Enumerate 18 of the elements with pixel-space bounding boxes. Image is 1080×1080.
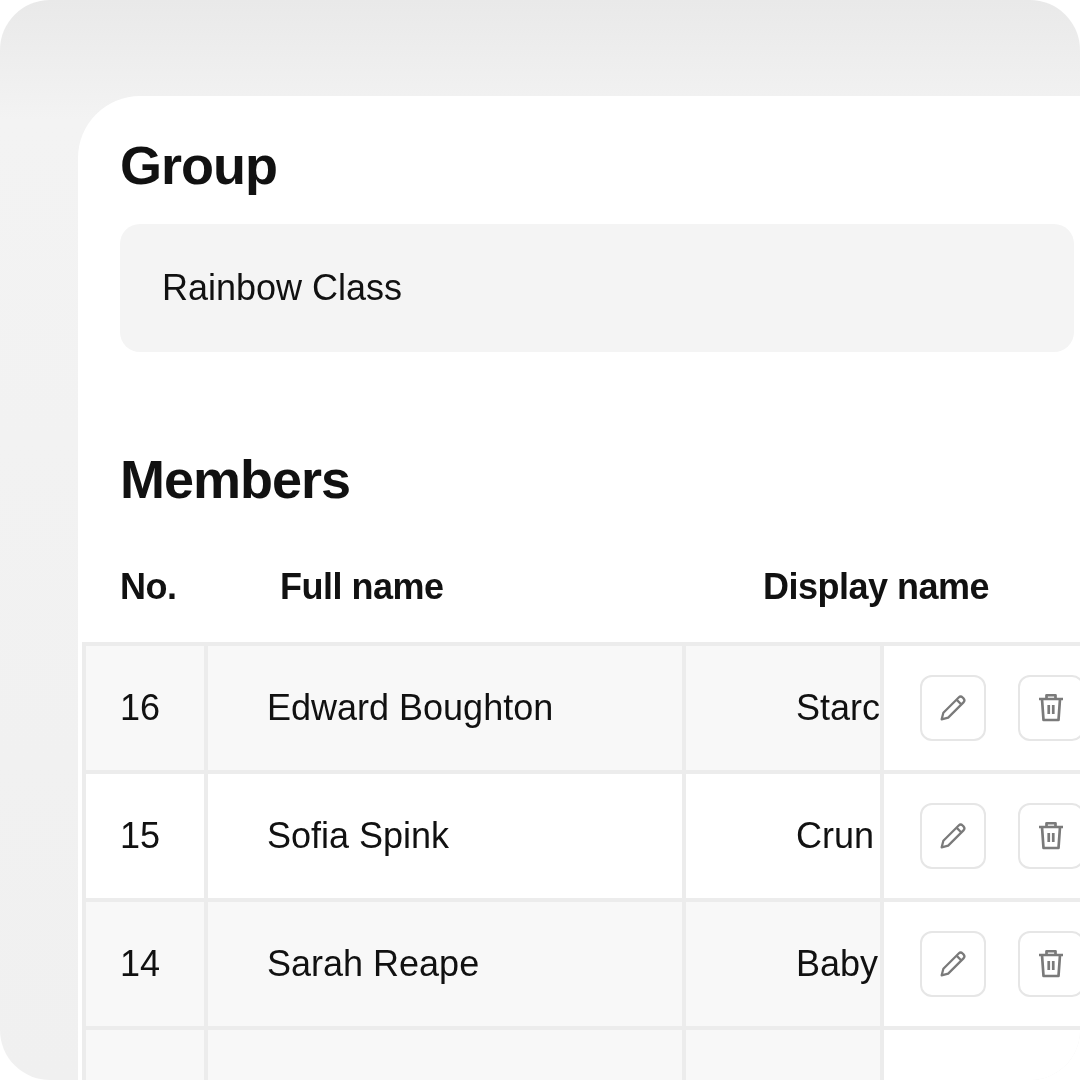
column-header: Full name (280, 566, 445, 609)
delete-button[interactable] (1018, 803, 1080, 869)
table-cell: 15 (82, 774, 204, 898)
edit-button[interactable] (920, 675, 986, 741)
column-header: No. (120, 566, 178, 609)
table-cell: 14 (82, 902, 204, 1026)
section-heading: Group (120, 134, 278, 197)
delete-button[interactable] (1018, 931, 1080, 997)
group-name-field[interactable]: Rainbow Class (120, 224, 1074, 352)
edit-button[interactable] (920, 803, 986, 869)
table-cell: Sarah Reape (204, 902, 682, 1026)
column-header: Display name (763, 566, 990, 609)
section-heading: Members (120, 448, 352, 511)
edit-button[interactable] (920, 931, 986, 997)
table-cell: 16 (82, 646, 204, 770)
table-cell: Edward Boughton (204, 646, 682, 770)
table-cell: Sofia Spink (204, 774, 682, 898)
delete-button[interactable] (1018, 675, 1080, 741)
